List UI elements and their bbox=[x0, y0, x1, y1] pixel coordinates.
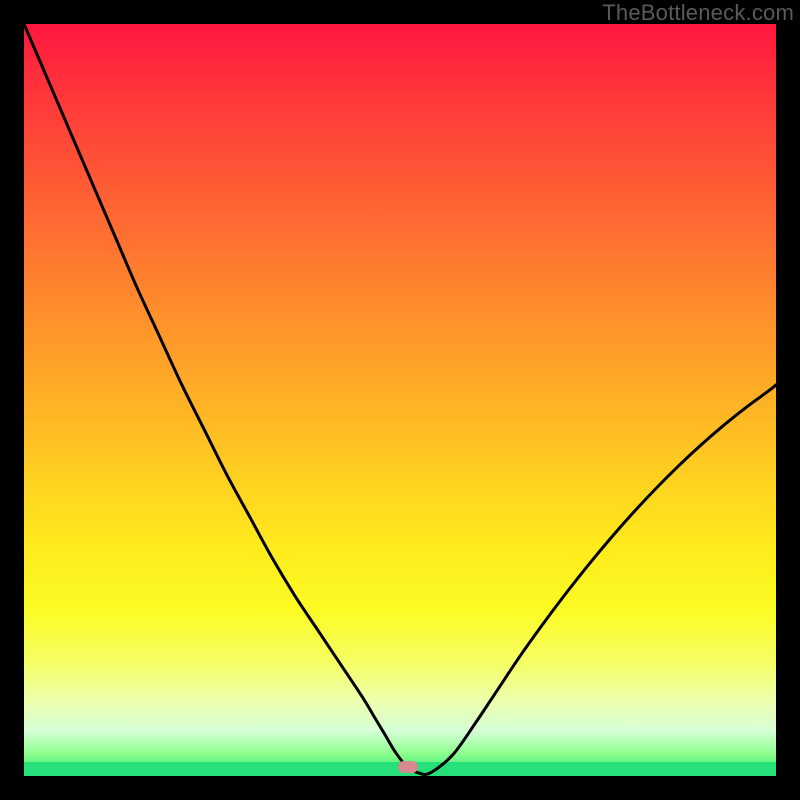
bottleneck-curve bbox=[24, 24, 776, 776]
chart-frame: TheBottleneck.com bbox=[0, 0, 800, 800]
watermark-text: TheBottleneck.com bbox=[602, 0, 794, 26]
optimum-marker bbox=[398, 761, 418, 773]
plot-area bbox=[24, 24, 776, 776]
